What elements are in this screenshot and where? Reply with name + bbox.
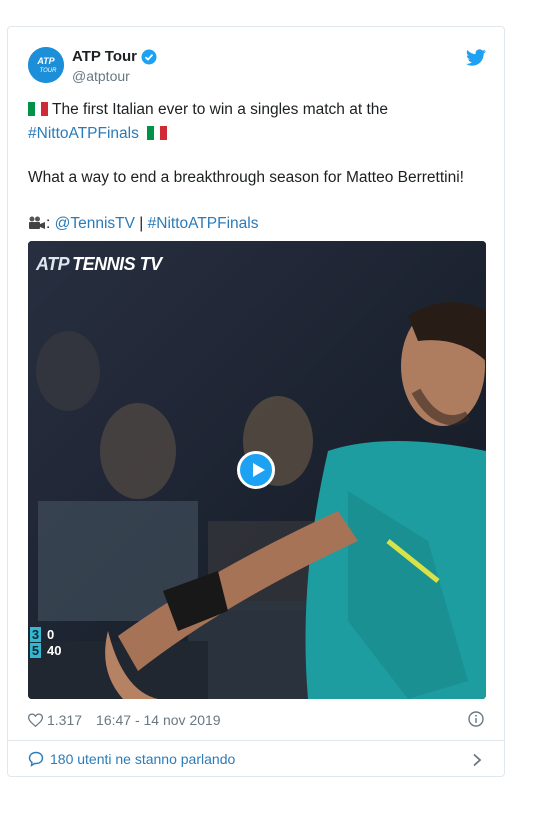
conversation-link[interactable]: 180 utenti ne stanno parlando: [28, 751, 235, 767]
verified-badge-icon: [141, 49, 157, 64]
mention-link[interactable]: @TennisTV: [55, 215, 135, 232]
scoreboard: 3 0 5 40: [30, 626, 61, 658]
tweet-line-3: What a way to end a breakthrough season …: [28, 169, 464, 186]
play-button[interactable]: [237, 451, 275, 489]
score-row: 5 40: [30, 642, 62, 658]
tweet-credit-line: : @TennisTV | #NittoATPFinals: [28, 212, 488, 236]
divider: [8, 740, 504, 741]
tweet-line-1: The first Italian ever to win a singles …: [28, 98, 488, 122]
twitter-bird-icon[interactable]: [466, 49, 486, 66]
heart-icon[interactable]: [28, 713, 43, 727]
tennis-tv-logo: ATP TENNIS TV: [36, 254, 162, 274]
italy-flag-icon: [147, 124, 168, 140]
hashtag-link[interactable]: #NittoATPFinals: [148, 215, 259, 232]
avatar[interactable]: ATP TOUR: [28, 47, 64, 83]
svg-text:ATP: ATP: [36, 56, 55, 66]
like-count[interactable]: 1.317: [47, 712, 82, 728]
speech-bubble-icon: [28, 751, 44, 767]
italy-flag-icon: [28, 100, 48, 116]
hashtag-link[interactable]: #NittoATPFinals: [28, 125, 139, 142]
author-handle[interactable]: @atptour: [72, 68, 130, 84]
author-name[interactable]: ATP Tour: [72, 48, 157, 65]
info-icon[interactable]: [468, 711, 484, 727]
atp-logo-icon: ATP TOUR: [28, 47, 64, 83]
tweet-card[interactable]: ATP TOUR ATP Tour @atptour The first Ita…: [7, 26, 505, 777]
score-row: 3 0: [30, 626, 55, 642]
timestamp-link[interactable]: 16:47 - 14 nov 2019: [96, 712, 221, 728]
chevron-right-icon[interactable]: [472, 753, 482, 767]
tweet-text: The first Italian ever to win a singles …: [28, 98, 488, 236]
svg-text:TOUR: TOUR: [40, 68, 58, 74]
movie-camera-icon: [29, 216, 45, 229]
video-player[interactable]: ATP TENNIS TV 3 0 5 40: [28, 241, 486, 699]
tweet-line-2: #NittoATPFinals: [28, 122, 488, 146]
tweet-meta: 1.317 16:47 - 14 nov 2019: [28, 712, 221, 728]
